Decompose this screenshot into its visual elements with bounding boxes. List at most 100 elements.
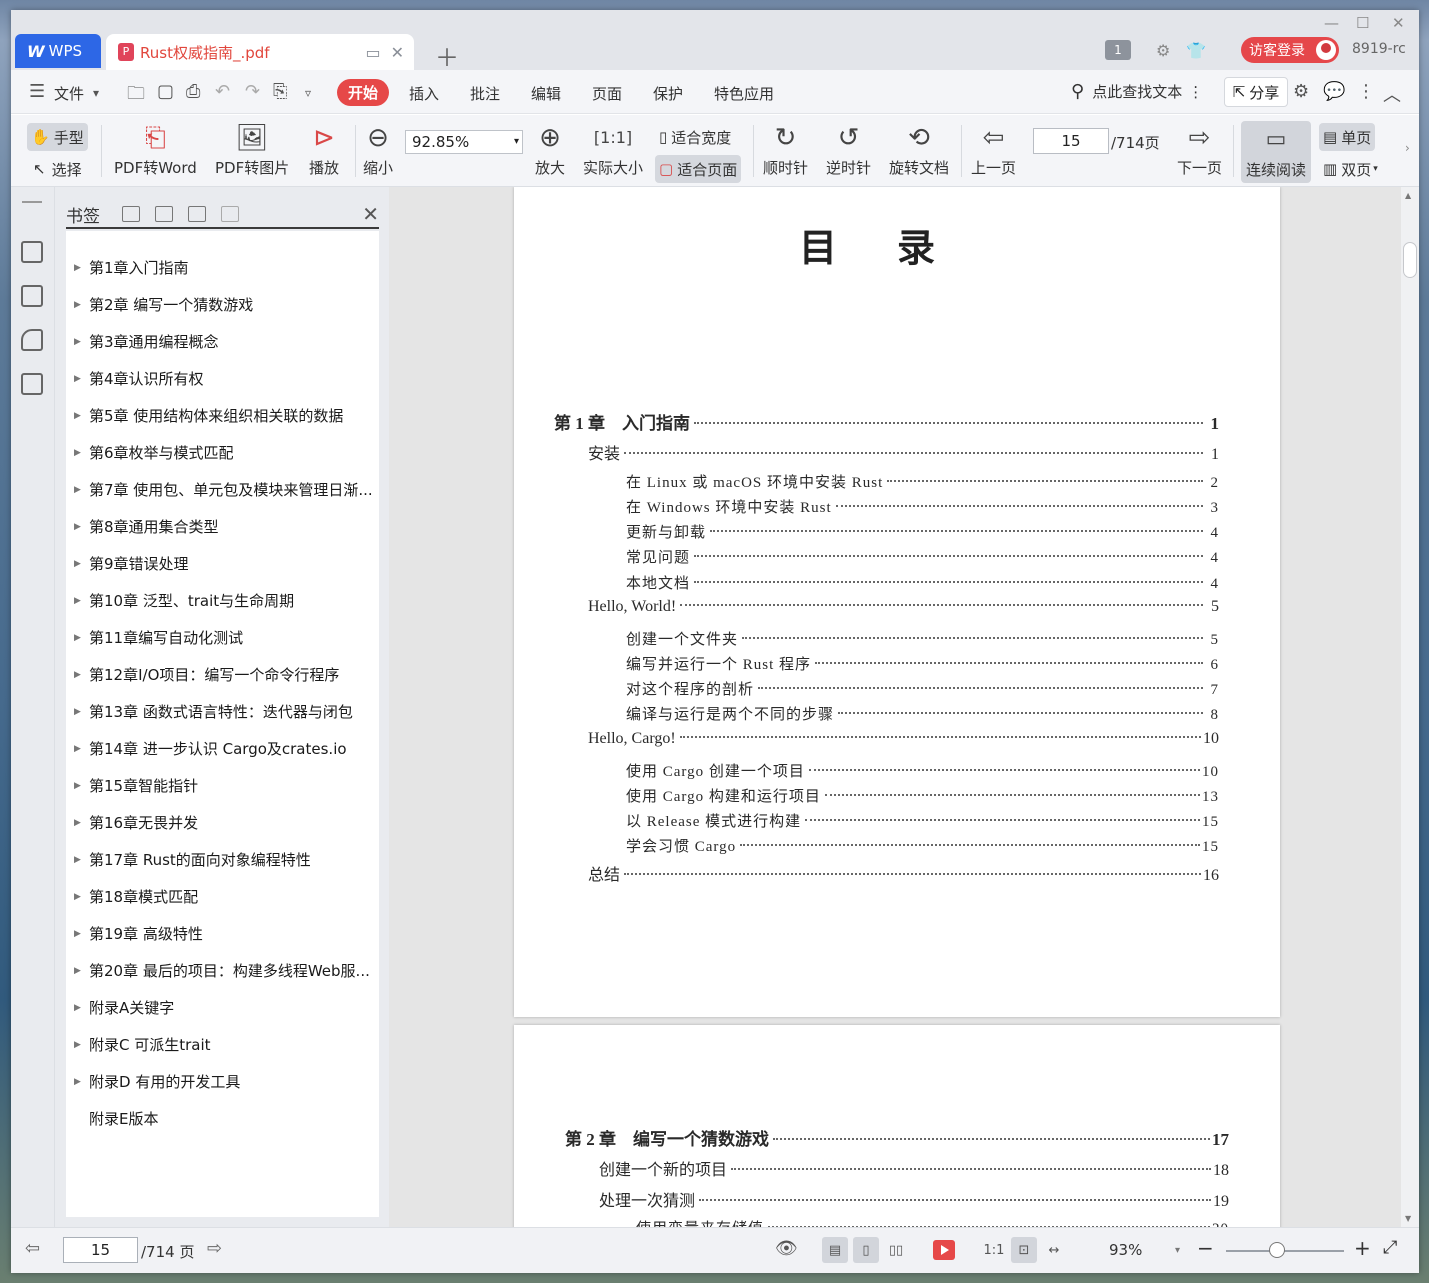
next-page-arrow-icon[interactable]: ⇨ [207,1238,222,1259]
add-bookmark-icon[interactable] [188,206,206,222]
share-button[interactable]: ⇱ 分享 [1224,77,1288,107]
toc-entry[interactable]: 第 1 章 入门指南 1 [554,409,1219,434]
toc-entry[interactable]: 在 Linux 或 macOS 环境中安装 Rust 2 [626,471,1219,492]
zoom-percent[interactable]: 93% [1109,1241,1142,1259]
document-tab[interactable]: P Rust权威指南_.pdf ▭ ✕ [106,34,414,70]
more-dropdown-icon[interactable]: ▿ [305,86,311,100]
double-view-icon[interactable]: ▯▯ [883,1237,909,1263]
play-slideshow-icon[interactable] [933,1240,955,1260]
scroll-up-icon[interactable]: ▲ [1405,191,1411,200]
expand-caret-icon[interactable]: ▶ [66,448,89,458]
expand-caret-icon[interactable]: ▶ [66,1003,89,1013]
bookmark-item[interactable]: ▶ 第1章入门指南 [66,249,379,286]
expand-caret-icon[interactable]: ▶ [66,855,89,865]
bookmark-item[interactable]: ▶ 第9章错误处理 [66,545,379,582]
actual-size-icon[interactable]: 1:1 [981,1237,1007,1263]
ribbon-scroll-right-icon[interactable]: › [1405,141,1410,155]
double-page-button[interactable]: ▥ 双页 ▾ [1319,155,1382,183]
prev-page-arrow-icon[interactable]: ⇦ [25,1238,40,1259]
expand-caret-icon[interactable]: ▶ [66,966,89,976]
fit-page-button[interactable]: ▢ 适合页面 [655,155,742,183]
bookmark-item[interactable]: ▶ 第18章模式匹配 [66,878,379,915]
page-number-input[interactable]: 15 [1033,128,1109,154]
hamburger-menu-icon[interactable]: ☰ [29,81,45,102]
zoom-in-button[interactable]: ⊕ 放大 [535,119,565,178]
expand-caret-icon[interactable]: ▶ [66,596,89,606]
drag-handle[interactable] [22,201,42,203]
bookmark-item[interactable]: ▶ 附录A关键字 [66,989,379,1026]
bookmark-item[interactable]: ▶ 第12章I/O项目：编写一个命令行程序 [66,656,379,693]
settings-gear-icon[interactable]: ⚙ [1156,41,1170,60]
eye-protection-icon[interactable]: 👁 [775,1238,798,1259]
bookmark-item[interactable]: ▶ 第5章 使用结构体来组织相关联的数据 [66,397,379,434]
toc-entry[interactable]: Hello, World! 5 [588,598,1219,616]
rotate-document-button[interactable]: ⟲ 旋转文档 [889,119,949,178]
scrollbar-thumb[interactable] [1403,242,1417,278]
bookmark-settings-icon[interactable] [221,206,239,222]
actual-size-button[interactable]: [1:1] 实际大小 [583,119,643,178]
document-view[interactable]: 目录 第 1 章 入门指南 1 安装 1 在 Linux 或 macOS 环境中安装… [389,187,1419,1227]
redo-icon[interactable]: ↷ [245,81,260,102]
toc-entry[interactable]: 安装 1 [588,440,1219,464]
expand-caret-icon[interactable]: ▶ [66,522,89,532]
vertical-scrollbar[interactable]: ▲ ▼ [1401,187,1419,1227]
prev-page-button[interactable]: ⇦ 上一页 [971,119,1016,178]
page-count-badge[interactable]: 1 [1105,40,1131,60]
bookmark-item[interactable]: ▶ 第17章 Rust的面向对象编程特性 [66,841,379,878]
minimize-icon[interactable]: — [1324,14,1339,32]
tab-special-apps[interactable]: 特色应用 [714,83,774,104]
more-vertical-icon[interactable]: ⋮ [1188,83,1203,101]
bookmark-item[interactable]: 附录E版本 [66,1100,379,1137]
toc-entry[interactable]: 编译与运行是两个不同的步骤 8 [626,703,1219,724]
export-icon[interactable]: ⎘ [273,81,287,102]
open-folder-icon[interactable]: 🗀 [127,81,145,111]
zoom-plus-icon[interactable]: + [1354,1236,1371,1260]
expand-caret-icon[interactable]: ▶ [66,337,89,347]
bookmark-item[interactable]: ▶ 第11章编写自动化测试 [66,619,379,656]
toc-entry[interactable]: 使用 Cargo 构建和运行项目 13 [626,785,1219,806]
expand-caret-icon[interactable]: ▶ [66,263,89,273]
desktop-pin-icon[interactable]: ▭ [365,43,380,62]
bookmark-item[interactable]: ▶ 第3章通用编程概念 [66,323,379,360]
single-view-icon[interactable]: ▯ [853,1237,879,1263]
zoom-minus-icon[interactable]: − [1197,1236,1214,1260]
toc-entry[interactable]: 总结 16 [588,861,1219,885]
new-tab-button[interactable]: ＋ [435,38,459,73]
file-menu[interactable]: 文件 [54,83,84,104]
bookmark-item[interactable]: ▶ 第16章无畏并发 [66,804,379,841]
pdf-to-image-button[interactable]: 🖼 PDF转图片 [215,119,289,178]
play-button[interactable]: ⊳ 播放 [309,119,339,178]
status-page-input[interactable]: 15 [63,1237,138,1263]
print-icon[interactable]: ⎙ [186,81,200,102]
expand-caret-icon[interactable]: ▶ [66,707,89,717]
zoom-slider-track[interactable] [1226,1250,1344,1252]
select-tool-button[interactable]: ↖ 选择 [29,155,86,183]
expand-caret-icon[interactable]: ▶ [66,1077,89,1087]
expand-caret-icon[interactable]: ▶ [66,744,89,754]
settings-icon[interactable]: ⚙ [1293,81,1309,102]
toc-entry[interactable]: Hello, Cargo! 10 [588,730,1219,748]
tab-protect[interactable]: 保护 [653,83,683,104]
toc-entry[interactable]: 本地文档 4 [626,572,1219,593]
bookmark-item[interactable]: ▶ 第10章 泛型、trait与生命周期 [66,582,379,619]
continuous-view-icon[interactable]: ▤ [822,1237,848,1263]
maximize-icon[interactable]: ☐ [1356,14,1369,32]
bookmark-item[interactable]: ▶ 第4章认识所有权 [66,360,379,397]
expand-caret-icon[interactable]: ▶ [66,374,89,384]
expand-caret-icon[interactable]: ▶ [66,892,89,902]
expand-caret-icon[interactable]: ▶ [66,1040,89,1050]
expand-caret-icon[interactable]: ▶ [66,300,89,310]
toc-entry[interactable]: 创建一个新的项目 18 [599,1156,1229,1180]
bookmark-item[interactable]: ▶ 第14章 进一步认识 Cargo及crates.io [66,730,379,767]
annotation-icon[interactable] [21,329,43,351]
toc-entry[interactable]: 学会习惯 Cargo 15 [626,835,1219,856]
bookmark-item[interactable]: ▶ 第6章枚举与模式匹配 [66,434,379,471]
zoom-select[interactable]: 92.85% ▾ [405,130,523,154]
fit-page-icon[interactable]: ⊡ [1011,1237,1037,1263]
toc-entry[interactable]: 使用变量来存储值20 [636,1217,1229,1227]
comment-icon[interactable]: 💬 [1323,81,1345,102]
find-text-box[interactable]: ⚲ 点此查找文本 ⋮ [1071,81,1203,102]
toc-entry[interactable]: 第 2 章 编写一个猜数游戏 17 [565,1125,1229,1150]
zoom-slider-knob[interactable] [1269,1242,1285,1258]
bookmark-item[interactable]: ▶ 第19章 高级特性 [66,915,379,952]
